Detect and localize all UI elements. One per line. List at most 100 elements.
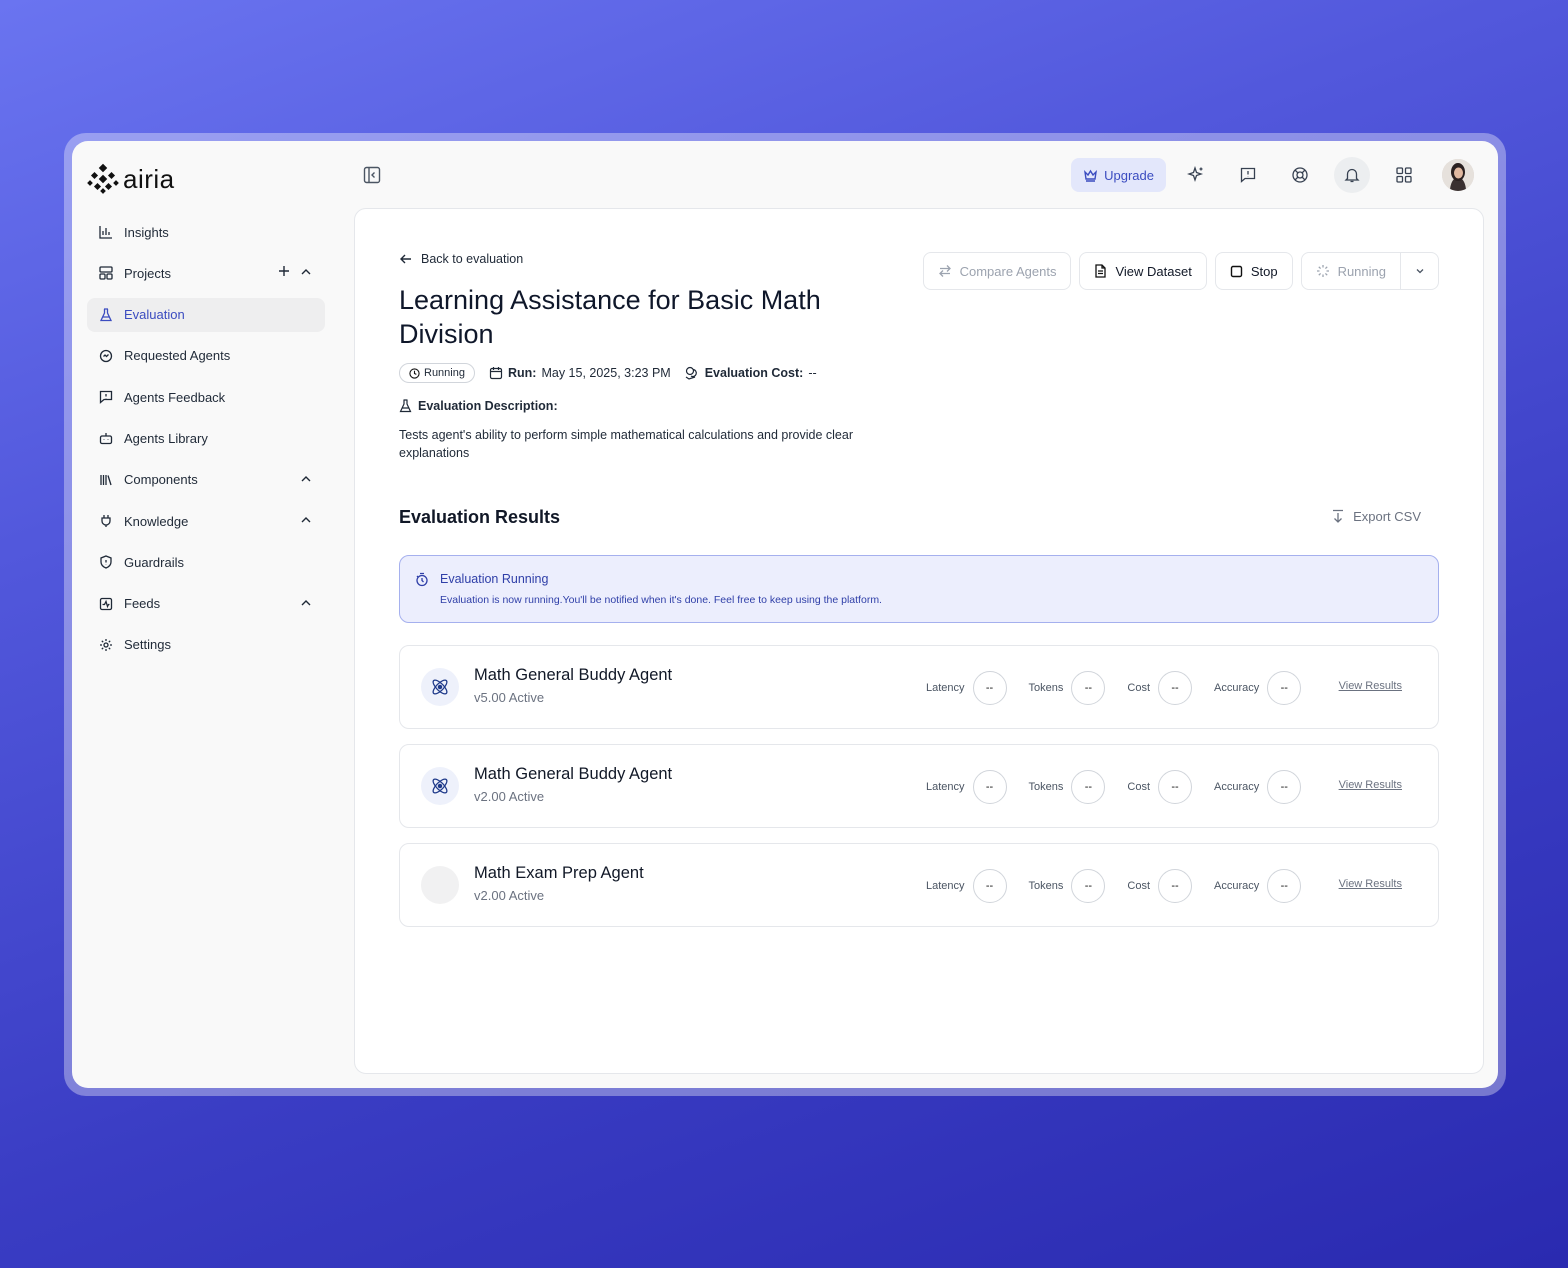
atom-icon [432, 778, 448, 794]
running-button[interactable]: Running [1301, 253, 1400, 289]
sidebar-item-label: Projects [124, 265, 171, 281]
sidebar-item-settings[interactable]: Settings [87, 628, 325, 662]
latency-metric: Latency -- [926, 869, 1007, 903]
sidebar-item-label: Guardrails [124, 554, 184, 570]
sidebar-item-label: Feeds [124, 596, 161, 612]
page-title: Learning Assistance for Basic Math Divis… [399, 285, 821, 349]
accuracy-metric: Accuracy -- [1214, 869, 1302, 903]
tokens-metric: Tokens -- [1029, 770, 1106, 804]
coins-icon [685, 366, 697, 380]
run-label: Run: [507, 366, 537, 380]
view-results-link[interactable]: View Results [1339, 680, 1402, 692]
agent-row: Math Exam Prep Agent v2.00 Active Latenc… [399, 843, 1439, 927]
crown-icon [1084, 169, 1098, 182]
chevron-up-icon[interactable] [299, 513, 313, 527]
upgrade-label: Upgrade [1104, 167, 1154, 183]
bar-chart-icon [98, 224, 114, 240]
cost-value: -- [808, 366, 817, 380]
sidebar-item-label: Components [124, 472, 198, 488]
latency-metric: Latency -- [926, 671, 1007, 705]
sparkle-icon [1187, 166, 1204, 183]
flask-icon [399, 399, 412, 413]
metric-label: Tokens [1028, 781, 1064, 793]
logo[interactable]: airia [87, 163, 175, 195]
timer-icon [416, 572, 428, 587]
metric-label: Latency [926, 781, 965, 793]
arrow-left-icon [400, 254, 411, 264]
upgrade-button[interactable]: Upgrade [1071, 158, 1166, 192]
sidebar-item-guardrails[interactable]: Guardrails [87, 545, 325, 579]
plus-icon[interactable] [277, 264, 291, 278]
feedback-button[interactable] [1226, 158, 1270, 192]
sidebar-item-label: Requested Agents [124, 348, 231, 364]
app-window: airia Insights Projects Evaluation Reque… [72, 141, 1498, 1088]
stop-button[interactable]: Stop [1214, 252, 1293, 290]
chevron-up-icon[interactable] [299, 265, 313, 279]
sidebar-collapse-icon[interactable] [362, 165, 382, 185]
view-results-link[interactable]: View Results [1339, 878, 1402, 890]
notifications-button[interactable] [1334, 157, 1370, 193]
chevron-up-icon[interactable] [299, 596, 313, 610]
help-button[interactable] [1278, 158, 1322, 192]
sparkle-button[interactable] [1174, 158, 1218, 192]
back-link[interactable]: Back to evaluation [399, 252, 523, 266]
metric-label: Tokens [1028, 880, 1064, 892]
metric-value: -- [1267, 869, 1302, 903]
alert-text: Evaluation is now running.You'll be noti… [440, 594, 882, 606]
metric-value: -- [1071, 770, 1106, 804]
chat-icon [98, 348, 114, 364]
sidebar-item-feeds[interactable]: Feeds [87, 587, 325, 621]
view-dataset-button[interactable]: View Dataset [1079, 252, 1207, 290]
sidebar-item-agents-library[interactable]: Agents Library [87, 421, 325, 455]
metric-value: -- [1267, 770, 1302, 804]
sidebar-item-insights[interactable]: Insights [87, 215, 325, 249]
bell-icon [1344, 168, 1360, 183]
metric-label: Cost [1127, 781, 1151, 793]
user-avatar-icon [1442, 159, 1474, 191]
evaluation-running-alert: Evaluation Running Evaluation is now run… [399, 555, 1439, 623]
sidebar-item-label: Evaluation [124, 307, 185, 323]
apps-button[interactable] [1382, 158, 1426, 192]
metric-value: -- [972, 770, 1007, 804]
sidebar-item-requested-agents[interactable]: Requested Agents [87, 339, 325, 373]
agent-row: Math General Buddy Agent v2.00 Active La… [399, 744, 1439, 828]
chevron-up-icon[interactable] [299, 472, 313, 486]
metric-value: -- [972, 671, 1007, 705]
stop-label: Stop [1250, 263, 1278, 279]
library-icon [98, 472, 114, 488]
running-dropdown[interactable] [1400, 253, 1438, 289]
agent-avatar [421, 866, 459, 904]
sidebar-item-label: Knowledge [124, 513, 189, 529]
results-title: Evaluation Results [399, 507, 561, 527]
compare-agents-button[interactable]: Compare Agents [922, 252, 1072, 290]
sidebar-item-label: Agents Feedback [124, 389, 226, 405]
sidebar-item-components[interactable]: Components [87, 463, 325, 497]
grid-icon [1396, 167, 1412, 183]
metric-value: -- [1158, 770, 1193, 804]
agent-metrics: Latency -- Tokens -- Cost -- Accuracy -- [926, 770, 1323, 804]
compare-agents-label: Compare Agents [959, 263, 1057, 279]
avatar[interactable] [1442, 159, 1474, 191]
stop-icon [1230, 265, 1243, 277]
cost-metric: Cost -- [1127, 770, 1193, 804]
activity-icon [98, 596, 114, 612]
sidebar-item-evaluation[interactable]: Evaluation [87, 297, 325, 332]
view-results-link[interactable]: View Results [1339, 779, 1402, 791]
sidebar-item-projects[interactable]: Projects [87, 256, 325, 290]
agent-avatar [421, 767, 459, 805]
top-bar: Upgrade [1071, 157, 1474, 193]
agent-name: Math Exam Prep Agent [474, 864, 644, 882]
flask-icon [98, 307, 114, 323]
sidebar-item-agents-feedback[interactable]: Agents Feedback [87, 380, 325, 414]
shield-icon [98, 554, 114, 570]
metric-label: Accuracy [1214, 781, 1260, 793]
agent-name: Math General Buddy Agent [474, 765, 673, 783]
sidebar-item-knowledge[interactable]: Knowledge [87, 504, 325, 538]
export-csv-button[interactable]: Export CSV [1331, 509, 1421, 524]
plug-icon [98, 513, 114, 529]
cost-metric: Cost -- [1127, 869, 1193, 903]
metric-value: -- [1071, 671, 1106, 705]
sidebar-item-label: Agents Library [124, 430, 208, 446]
feedback-icon [98, 389, 114, 405]
action-bar: Compare Agents View Dataset Stop Running [922, 252, 1439, 290]
